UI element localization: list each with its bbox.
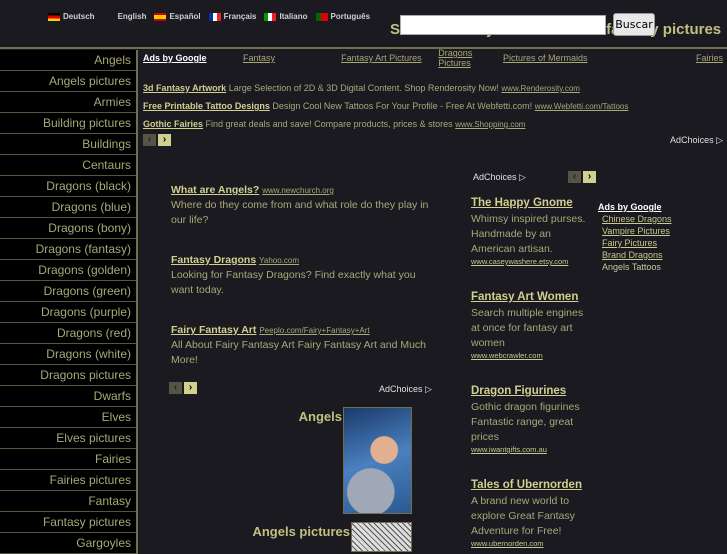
google-ad-link[interactable]: Chinese Dragons bbox=[602, 213, 672, 225]
prev-ad-button[interactable]: ‹ bbox=[143, 134, 156, 146]
ads-by-google-link[interactable]: Ads by Google bbox=[598, 201, 672, 213]
sidebar-item[interactable]: Dragons (black) bbox=[0, 176, 136, 197]
prev-ad-button[interactable]: ‹ bbox=[568, 171, 581, 183]
ad-title-link[interactable]: Fairy Fantasy Art bbox=[171, 324, 256, 336]
google-ad-link[interactable]: Brand Dragons bbox=[602, 249, 672, 261]
ad-url-link[interactable]: www.ubernorden.com bbox=[471, 539, 591, 549]
flag-es-icon bbox=[154, 12, 167, 21]
sidebar-item[interactable]: Fairies pictures bbox=[0, 470, 136, 491]
angels-thumbnail[interactable] bbox=[343, 407, 412, 514]
sidebar-item[interactable]: Dwarfs bbox=[0, 386, 136, 407]
next-ad-button[interactable]: › bbox=[583, 171, 596, 183]
text-ad: Dragon Figurines Gothic dragon figurines … bbox=[471, 384, 591, 455]
sidebar-item[interactable]: Angels bbox=[0, 50, 136, 71]
sidebar-item[interactable]: Buildings bbox=[0, 134, 136, 155]
top-ad-link[interactable]: Fantasy bbox=[243, 53, 275, 63]
sidebar-item[interactable]: Dragons (golden) bbox=[0, 260, 136, 281]
ad-title-link[interactable]: Dragon Figurines bbox=[471, 384, 591, 399]
flag-de-icon bbox=[48, 12, 60, 21]
gallery-label-angels-pictures[interactable]: Angels pictures bbox=[220, 524, 350, 539]
ad-url-link[interactable]: Peeplo.com/Fairy+Fantasy+Art bbox=[259, 326, 369, 335]
prev-ad-button[interactable]: ‹ bbox=[169, 382, 182, 394]
gallery-label-angels[interactable]: Angels bbox=[250, 409, 342, 424]
language-link[interactable]: Español bbox=[154, 12, 201, 21]
text-ad: Fantasy Dragons Yahoo.com Looking for Fan… bbox=[171, 254, 416, 296]
sidebar-item[interactable]: Dragons (blue) bbox=[0, 197, 136, 218]
sidebar-item[interactable]: Fantasy bbox=[0, 491, 136, 512]
header: Deutsch English Español Français Italiano Por… bbox=[0, 0, 727, 49]
top-ad-block: Ads by Google Fantasy Fantasy Art Picture… bbox=[143, 48, 723, 148]
sidebar-item[interactable]: Dragons (green) bbox=[0, 281, 136, 302]
sidebar-item[interactable]: Dragons (red) bbox=[0, 323, 136, 344]
ads-by-google-link[interactable]: Ads by Google bbox=[143, 53, 243, 63]
flag-uk-icon bbox=[103, 13, 115, 21]
ad-title-link[interactable]: 3d Fantasy Artwork bbox=[143, 83, 226, 93]
sidebar-item[interactable]: Dragons pictures bbox=[0, 365, 136, 386]
text-ad: Gothic Fairies Find great deals and save… bbox=[143, 119, 526, 129]
sidebar-item[interactable]: Elves pictures bbox=[0, 428, 136, 449]
ad-title-link[interactable]: Gothic Fairies bbox=[143, 119, 203, 129]
ad-title-link[interactable]: What are Angels? bbox=[171, 184, 259, 196]
ad-title-link[interactable]: Fantasy Art Women bbox=[471, 290, 591, 305]
text-ad: The Happy Gnome Whimsy inspired purses. H… bbox=[471, 196, 591, 267]
text-ad: Free Printable Tattoo Designs Design Coo… bbox=[143, 101, 629, 111]
sidebar-item[interactable]: Dragons (white) bbox=[0, 344, 136, 365]
sidebar-item[interactable]: Elves bbox=[0, 407, 136, 428]
sidebar-item[interactable]: Building pictures bbox=[0, 113, 136, 134]
sidebar-item[interactable]: Centaurs bbox=[0, 155, 136, 176]
adchoices-link[interactable]: AdChoices ▷ bbox=[670, 135, 723, 146]
top-ad-link[interactable]: Dragons Pictures bbox=[438, 48, 472, 68]
text-ad: Tales of Ubernorden A brand new world to … bbox=[471, 478, 591, 549]
ad-url-link[interactable]: www.caseywashere.etsy.com bbox=[471, 257, 591, 267]
ad-url-link[interactable]: www.Renderosity.com bbox=[501, 84, 580, 93]
ad-url-link[interactable]: www.Shopping.com bbox=[455, 120, 525, 129]
language-bar: Deutsch English Español Français Italiano Por… bbox=[48, 12, 370, 21]
sidebar-item[interactable]: Dragons (bony) bbox=[0, 218, 136, 239]
angels-pictures-thumbnail[interactable] bbox=[351, 522, 412, 552]
google-ad-link[interactable]: Fairy Pictures bbox=[602, 237, 672, 249]
flag-it-icon bbox=[264, 12, 277, 21]
top-ad-link[interactable]: Fantasy Art Pictures bbox=[341, 53, 422, 63]
language-link[interactable]: Português bbox=[315, 12, 370, 21]
sidebar-item[interactable]: Armies bbox=[0, 92, 136, 113]
text-ad: Fantasy Art Women Search multiple engines… bbox=[471, 290, 591, 361]
next-ad-button[interactable]: › bbox=[184, 382, 197, 394]
adchoices-link[interactable]: AdChoices ▷ bbox=[379, 384, 432, 395]
text-ad: What are Angels? www.newchurch.org Where … bbox=[171, 184, 429, 226]
ad-title-link[interactable]: Fantasy Dragons bbox=[171, 254, 256, 266]
sidebar-item[interactable]: Angels pictures bbox=[0, 71, 136, 92]
ad-title-link[interactable]: Free Printable Tattoo Designs bbox=[143, 101, 270, 111]
sidebar: Angels Angels pictures Armies Building pict… bbox=[0, 50, 138, 554]
flag-fr-icon bbox=[208, 12, 221, 21]
ad-url-link[interactable]: www.newchurch.org bbox=[262, 186, 334, 195]
ad-url-link[interactable]: www.Webfetti.com/Tattoos bbox=[535, 102, 629, 111]
ad-url-link[interactable]: Yahoo.com bbox=[259, 256, 299, 265]
ad-title-link[interactable]: The Happy Gnome bbox=[471, 196, 591, 211]
language-link[interactable]: Deutsch bbox=[48, 12, 95, 21]
language-link[interactable]: Français bbox=[208, 12, 256, 21]
top-ad-link[interactable]: Pictures of Mermaids bbox=[503, 53, 588, 63]
language-link[interactable]: Italiano bbox=[264, 12, 308, 21]
search-button[interactable]: Buscar bbox=[613, 13, 655, 36]
top-ad-link[interactable]: Fairies bbox=[696, 53, 723, 63]
language-link[interactable]: English bbox=[103, 12, 147, 21]
sidebar-item[interactable]: Gargoyles bbox=[0, 533, 136, 554]
text-ad: Fairy Fantasy Art Peeplo.com/Fairy+Fanta… bbox=[171, 324, 427, 366]
adchoices-link[interactable]: AdChoices ▷ bbox=[473, 172, 526, 183]
sidebar-item[interactable]: Dragons (purple) bbox=[0, 302, 136, 323]
sidebar-item[interactable]: Fantasy pictures bbox=[0, 512, 136, 533]
google-links-block: Ads by Google Chinese Dragons Vampire Pic… bbox=[598, 201, 672, 273]
search-input[interactable] bbox=[400, 15, 606, 35]
sidebar-item[interactable]: Fairies bbox=[0, 449, 136, 470]
flag-pt-icon bbox=[315, 12, 328, 21]
next-ad-button[interactable]: › bbox=[158, 134, 171, 146]
google-ad-link[interactable]: Vampire Pictures bbox=[602, 225, 672, 237]
ad-title-link[interactable]: Tales of Ubernorden bbox=[471, 478, 591, 493]
ad-url-link[interactable]: www.webcrawler.com bbox=[471, 351, 591, 361]
text-ad: 3d Fantasy Artwork Large Selection of 2D… bbox=[143, 83, 580, 93]
ad-url-link[interactable]: www.iwantgifts.com.au bbox=[471, 445, 591, 455]
angels-tattoos-text: Angels Tattoos bbox=[602, 262, 661, 272]
sidebar-item[interactable]: Dragons (fantasy) bbox=[0, 239, 136, 260]
